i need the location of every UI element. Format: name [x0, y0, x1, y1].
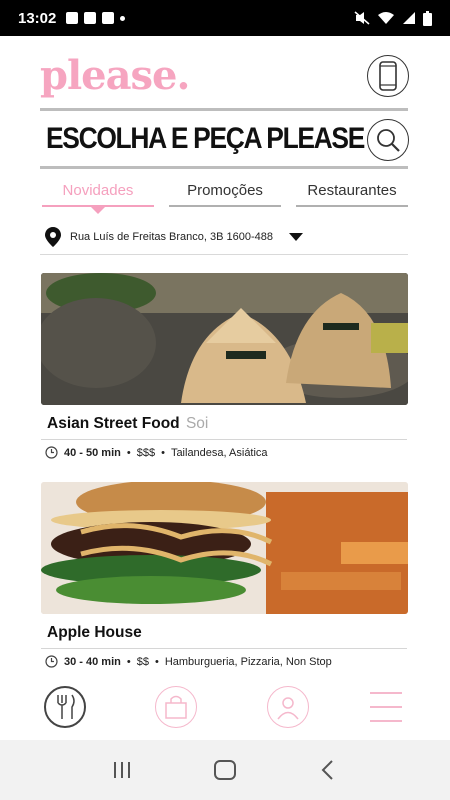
delivery-time: 30 - 40 min	[64, 655, 121, 668]
battery-icon	[423, 10, 432, 26]
gallery-icon	[66, 12, 79, 24]
please-logo: please.	[40, 52, 190, 99]
wifi-icon	[378, 12, 394, 24]
system-status-icons	[354, 10, 432, 26]
restaurant-title: Apple House	[47, 624, 142, 641]
restaurant-card[interactable]: Asian Street Food Soi 40 - 50 min • $$$ …	[41, 273, 408, 459]
nav-cart-button[interactable]	[155, 686, 197, 728]
mute-icon	[354, 11, 370, 25]
location-divider	[40, 254, 408, 255]
recent-apps-icon	[113, 762, 130, 778]
status-bar: 13:02	[0, 0, 450, 36]
dumplings-photo	[41, 273, 408, 405]
more-dot-icon	[120, 15, 126, 21]
signal-icon	[403, 12, 415, 24]
tab-novidades[interactable]: Novidades	[42, 182, 154, 207]
location-selector[interactable]: Rua Luís de Freitas Branco, 3B 1600-488	[44, 226, 304, 248]
price-level: $$$	[136, 446, 156, 459]
clock-icon	[45, 655, 58, 668]
restaurant-meta: 40 - 50 min • $$$ • Tailandesa, Asiática	[45, 446, 408, 459]
teams-icon	[102, 12, 115, 24]
restaurant-card[interactable]: Apple House 30 - 40 min • $$ • Hamburgue…	[41, 482, 408, 668]
meta-separator: •	[154, 655, 159, 668]
card-divider	[41, 648, 407, 649]
clock-icon	[45, 446, 58, 459]
app-screen: please. ESCOLHA E PEÇA PLEASE Novidades …	[0, 36, 450, 740]
user-icon	[277, 697, 299, 720]
meta-separator: •	[126, 655, 131, 668]
system-navigation-bar	[0, 740, 450, 800]
restaurant-meta: 30 - 40 min • $$ • Hamburgueria, Pizzari…	[45, 655, 408, 668]
home-icon	[213, 760, 236, 780]
phone-icon	[379, 61, 397, 91]
bag-icon	[165, 695, 187, 719]
meta-separator: •	[126, 446, 131, 459]
phone-button[interactable]	[367, 55, 409, 97]
restaurant-subtitle: Soi	[185, 415, 209, 432]
header-divider-top	[40, 108, 408, 111]
card-divider	[41, 439, 407, 440]
meta-separator: •	[161, 446, 165, 459]
delivery-time: 40 - 50 min	[64, 446, 121, 459]
cuisine: Hamburgueria, Pizzaria, Non Stop	[164, 655, 332, 668]
location-address: Rua Luís de Freitas Branco, 3B 1600-488	[70, 231, 274, 243]
map-pin-icon	[45, 227, 61, 247]
cuisine: Tailandesa, Asiática	[170, 446, 268, 459]
header-divider-bottom	[40, 166, 408, 169]
back-button[interactable]	[308, 750, 348, 790]
menu-icon[interactable]	[368, 692, 404, 722]
restaurant-title: Asian Street Food	[47, 415, 180, 432]
message-icon	[84, 12, 97, 24]
dropdown-caret-icon	[289, 233, 304, 241]
restaurant-name: Apple House	[47, 624, 408, 642]
burger-photo	[41, 482, 408, 614]
search-icon	[377, 129, 400, 152]
back-icon	[321, 760, 334, 780]
nav-restaurants-button[interactable]	[44, 686, 86, 728]
recent-apps-button[interactable]	[102, 750, 142, 790]
home-button[interactable]	[205, 750, 245, 790]
nav-profile-button[interactable]	[267, 686, 309, 728]
price-level: $$	[136, 655, 149, 668]
restaurant-name: Asian Street Food Soi	[47, 415, 408, 433]
tab-promocoes[interactable]: Promoções	[169, 182, 281, 207]
category-tabs: Novidades Promoções Restaurantes	[42, 182, 408, 207]
tab-restaurantes[interactable]: Restaurantes	[296, 182, 408, 207]
fork-knife-icon	[57, 694, 75, 719]
notification-icons	[66, 12, 126, 24]
bottom-nav	[0, 686, 450, 738]
page-title: ESCOLHA E PEÇA PLEASE	[46, 122, 365, 155]
status-time: 13:02	[18, 9, 57, 27]
search-button[interactable]	[367, 119, 409, 161]
